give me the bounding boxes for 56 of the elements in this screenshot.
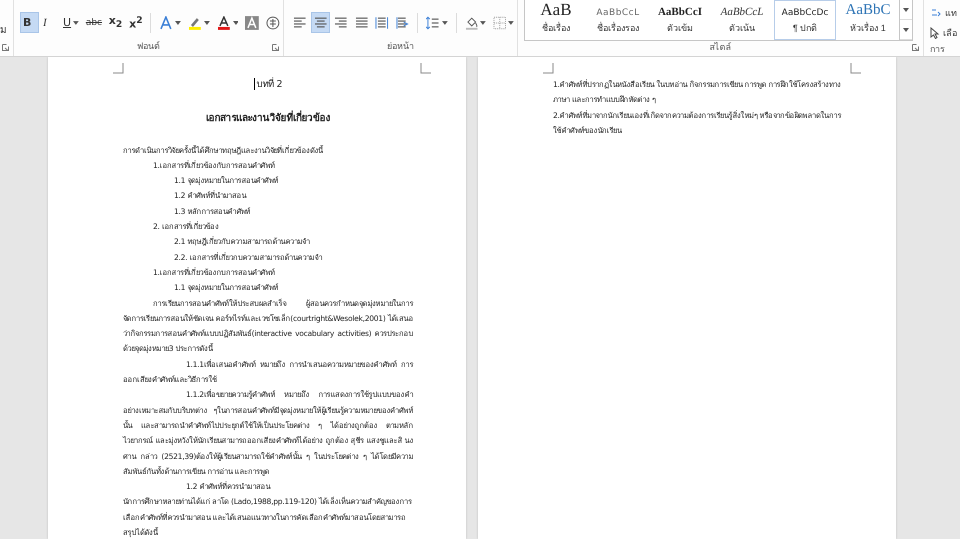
heading-text: เอกสารและงานวิจัยที่เกี่ยวข้อง <box>123 111 413 127</box>
character-shading-icon <box>245 16 260 30</box>
caret-icon <box>73 20 79 24</box>
group-label: ย่อหน้า <box>386 40 415 54</box>
caret-icon <box>232 20 238 24</box>
caret-icon <box>204 20 210 24</box>
bold-button[interactable]: B <box>20 12 39 33</box>
crop-mark-icon <box>850 63 861 74</box>
align-center-button[interactable] <box>310 12 330 33</box>
caret-icon <box>442 20 448 24</box>
caret-icon <box>903 8 909 12</box>
group-label: ฟอนต์ <box>136 40 161 54</box>
borders-icon <box>492 16 506 30</box>
crop-mark-icon <box>113 63 124 74</box>
dialog-launcher-icon[interactable] <box>2 44 9 51</box>
style-preview: AaBbCcL <box>596 9 640 18</box>
underline-button[interactable]: U <box>60 12 82 33</box>
heading-text: บทที่ 2 <box>123 77 413 92</box>
paint-bucket-icon <box>464 16 478 30</box>
distributed-icon <box>375 16 389 30</box>
justify-icon <box>354 16 368 30</box>
text-effects-icon <box>159 16 174 30</box>
group-label: การ <box>930 44 946 56</box>
align-left-icon <box>293 16 307 30</box>
align-center-icon <box>314 16 328 30</box>
caret-icon <box>903 28 909 32</box>
style-preview: AaBbCcI <box>658 7 702 18</box>
caret-icon <box>508 20 514 24</box>
subscript-button[interactable]: x$_{2}$ <box>106 12 126 33</box>
pointer-icon <box>930 27 940 39</box>
italic-button[interactable]: I <box>40 12 59 33</box>
align-right-icon <box>334 16 348 30</box>
replace-icon <box>930 7 942 19</box>
highlighter-icon <box>188 16 202 30</box>
text-cursor <box>254 78 255 90</box>
dialog-launcher-icon[interactable] <box>272 44 279 51</box>
line-spacing-icon <box>426 16 440 30</box>
select-button[interactable]: เลือ <box>930 23 960 43</box>
font-color-icon <box>216 16 231 30</box>
style-preview: AaBbCcDc <box>782 9 828 18</box>
style-preview: AaB <box>540 1 572 18</box>
enclosed-character-icon <box>266 16 280 30</box>
crop-mark-icon <box>543 63 554 74</box>
crop-mark-icon <box>420 63 431 74</box>
group-label: สไตล์ <box>708 41 732 55</box>
group-label-fragment: ม <box>0 24 8 37</box>
style-preview: AaBbC <box>846 3 890 18</box>
caret-icon <box>480 20 486 24</box>
strike-button[interactable]: abc <box>82 12 105 33</box>
style-option[interactable]: AaBbCcDc ¶ ปกติ <box>774 0 836 40</box>
caret-icon <box>175 20 182 24</box>
dialog-launcher-icon[interactable] <box>912 44 919 51</box>
style-preview: AaBbCcL <box>720 7 764 18</box>
replace-button[interactable]: แท <box>930 3 960 23</box>
thai-distributed-icon <box>396 16 410 30</box>
superscript-button[interactable]: x$^{2}$ <box>126 12 146 33</box>
